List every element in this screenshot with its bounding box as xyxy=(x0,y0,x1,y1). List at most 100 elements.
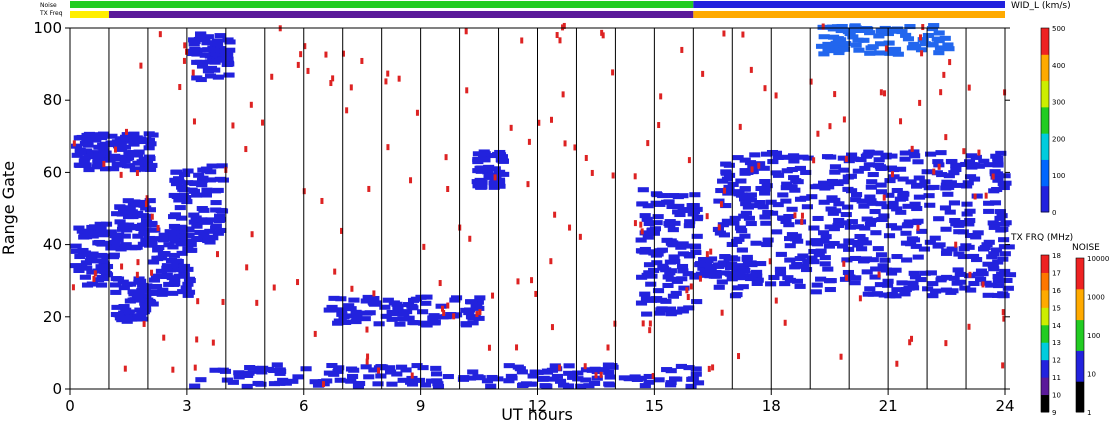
scatter-point xyxy=(603,369,615,375)
scatter-point xyxy=(150,213,154,220)
scatter-point xyxy=(296,279,300,286)
scatter-point xyxy=(109,239,121,245)
scatter-point xyxy=(676,263,689,270)
scatter-point xyxy=(242,372,254,378)
scatter-point xyxy=(873,157,885,163)
scatter-point xyxy=(134,307,146,313)
scatter-point xyxy=(1002,285,1014,291)
scatter-point xyxy=(897,176,909,182)
scatter-point xyxy=(720,161,732,167)
y-tick-label: 80 xyxy=(43,91,62,109)
scatter-point xyxy=(799,195,811,201)
scatter-point xyxy=(668,376,681,382)
scatter-point xyxy=(827,24,839,30)
scatter-point xyxy=(70,143,83,149)
scatter-point xyxy=(992,278,1004,284)
scatter-point xyxy=(244,146,248,153)
scatter-point xyxy=(244,365,256,371)
scatter-point xyxy=(691,299,703,305)
scatter-point xyxy=(168,252,180,258)
scatter-point xyxy=(870,230,882,236)
scatter-point xyxy=(720,309,724,316)
scatter-point xyxy=(590,169,594,176)
scatter-point xyxy=(190,180,202,186)
scatter-point xyxy=(463,307,476,313)
scatter-point xyxy=(884,178,896,184)
scatter-point xyxy=(750,203,762,209)
scatter-point xyxy=(415,109,419,116)
scatter-point xyxy=(270,73,274,80)
scatter-point xyxy=(135,169,139,176)
scatter-point xyxy=(1001,362,1005,369)
scatter-point xyxy=(135,271,139,278)
scatter-point xyxy=(829,197,841,203)
scatter-point xyxy=(182,57,186,64)
scatter-point xyxy=(920,50,924,57)
scatter-point xyxy=(171,258,183,264)
scatter-point xyxy=(144,299,157,306)
scatter-point xyxy=(171,366,175,373)
scatter-point xyxy=(988,251,1000,257)
scatter-point xyxy=(922,286,934,292)
scatter-point xyxy=(983,162,995,168)
scatter-point xyxy=(844,155,848,162)
colorbar-tick-label: 17 xyxy=(1052,269,1061,277)
scatter-point xyxy=(151,256,164,262)
scatter-point xyxy=(112,276,125,282)
scatter-point xyxy=(900,32,912,38)
scatter-point xyxy=(940,226,952,232)
scatter-point xyxy=(388,300,400,306)
scatter-point xyxy=(875,201,887,207)
colorbar-tick-label: 1 xyxy=(1087,409,1091,417)
scatter-point xyxy=(555,32,559,39)
scatter-point xyxy=(867,257,879,263)
scatter-point xyxy=(324,51,328,58)
x-tick-label: 21 xyxy=(879,397,898,415)
scatter-point xyxy=(209,67,221,73)
scatter-point xyxy=(421,294,433,300)
scatter-point xyxy=(594,372,598,379)
scatter-point xyxy=(653,377,665,383)
scatter-point xyxy=(896,280,908,286)
scatter-point xyxy=(549,258,553,265)
scatter-point xyxy=(800,218,804,225)
scatter-point xyxy=(113,146,117,153)
scatter-point xyxy=(79,250,92,256)
scatter-point xyxy=(731,292,743,298)
scatter-point xyxy=(479,157,491,163)
scatter-point xyxy=(85,256,98,262)
colorbar-swatch xyxy=(1041,272,1049,291)
scatter-point xyxy=(939,89,943,96)
scatter-point xyxy=(689,283,693,290)
scatter-point xyxy=(694,262,706,268)
scatter-point xyxy=(682,271,694,277)
scatter-point xyxy=(333,268,337,275)
x-tick-label: 0 xyxy=(65,397,75,415)
scatter-point xyxy=(92,275,96,282)
scatter-point xyxy=(604,374,616,380)
scatter-point xyxy=(887,201,899,207)
colorbar-swatch xyxy=(1041,80,1049,108)
scatter-point xyxy=(666,309,678,315)
scatter-point xyxy=(306,67,310,74)
scatter-point xyxy=(241,383,253,389)
scatter-point xyxy=(584,154,588,161)
scatter-point xyxy=(918,99,922,106)
colorbar-swatch xyxy=(1041,255,1049,273)
scatter-point xyxy=(797,154,809,160)
scatter-point xyxy=(70,243,82,249)
scatter-point xyxy=(450,295,463,301)
scatter-point xyxy=(816,130,820,137)
scatter-point xyxy=(136,259,140,266)
scatter-point xyxy=(991,173,995,180)
scatter-point xyxy=(131,294,144,300)
scatter-point xyxy=(271,362,283,368)
scatter-point xyxy=(124,128,128,135)
scatter-point xyxy=(985,282,997,288)
scatter-point xyxy=(95,240,107,246)
scatter-point xyxy=(915,277,927,283)
scatter-point xyxy=(505,373,517,379)
scatter-point xyxy=(933,216,945,222)
scatter-point xyxy=(299,51,303,58)
scatter-point xyxy=(606,344,610,351)
